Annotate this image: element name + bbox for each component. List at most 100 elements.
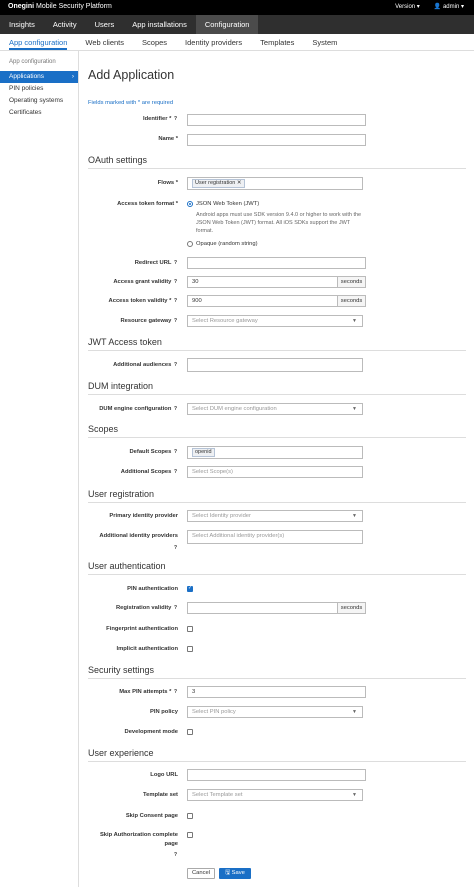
additional-audiences-input[interactable]: [187, 358, 363, 372]
additional-idps-input[interactable]: Select Additional identity provider(s): [187, 530, 363, 544]
resource-gateway-select[interactable]: Select Resource gateway ▼: [187, 315, 363, 327]
default-scopes-input[interactable]: openid: [187, 446, 363, 459]
access-token-validity-input[interactable]: 900: [187, 295, 338, 307]
skip-consent-checkbox[interactable]: [187, 813, 193, 819]
version-menu[interactable]: Version ▾: [395, 3, 420, 10]
max-pin-attempts-label: Max PIN attempts * ?: [119, 689, 178, 695]
pin-auth-checkbox[interactable]: [187, 585, 193, 592]
scope-tag-openid: openid: [192, 448, 215, 457]
cancel-button[interactable]: Cancel: [187, 868, 215, 879]
section-dum-integration: DUM integration: [88, 381, 466, 395]
help-icon[interactable]: ?: [173, 470, 178, 475]
section-user-experience: User experience: [88, 748, 466, 762]
development-mode-checkbox[interactable]: [187, 729, 193, 735]
section-user-authentication: User authentication: [88, 561, 466, 575]
additional-idps-label: Additional identity providers: [99, 533, 178, 539]
help-icon[interactable]: ?: [173, 280, 178, 285]
max-pin-attempts-input[interactable]: 3: [187, 686, 366, 698]
tab-templates[interactable]: Templates: [260, 34, 294, 50]
opaque-radio[interactable]: [187, 241, 193, 247]
main-nav-app-installations[interactable]: App installations: [123, 15, 196, 34]
flows-label: Flows *: [157, 180, 178, 186]
help-icon[interactable]: ?: [173, 299, 178, 304]
primary-idp-select[interactable]: Select Identity provider ▼: [187, 510, 363, 522]
section-scopes: Scopes: [88, 424, 466, 438]
registration-validity-input[interactable]: [187, 602, 338, 614]
redirect-url-label: Redirect URL ?: [134, 260, 178, 266]
help-icon[interactable]: ?: [173, 261, 178, 266]
skip-auth-complete-help: ?: [173, 852, 178, 858]
development-mode-label: Development mode: [124, 729, 178, 735]
sidebar: App configuration Applications › PIN poli…: [0, 51, 79, 887]
skip-auth-complete-label-2: page: [164, 841, 178, 847]
additional-idps-help: ?: [173, 545, 178, 551]
implicit-auth-label: Implicit authentication: [116, 646, 178, 652]
pin-auth-label: PIN authentication: [127, 586, 178, 592]
flows-input[interactable]: User registration ✕: [187, 177, 363, 190]
identifier-input[interactable]: [187, 114, 366, 126]
help-icon[interactable]: ?: [173, 853, 178, 858]
chevron-right-icon: ›: [71, 73, 74, 80]
skip-auth-complete-checkbox[interactable]: [187, 832, 193, 838]
help-icon[interactable]: ?: [173, 546, 178, 551]
help-icon[interactable]: ?: [173, 363, 178, 368]
jwt-option-label: JSON Web Token (JWT): [196, 201, 260, 207]
additional-scopes-input[interactable]: Select Scope(s): [187, 466, 363, 478]
help-icon[interactable]: ?: [173, 407, 178, 412]
save-icon: 🖫: [225, 870, 231, 876]
fingerprint-auth-checkbox[interactable]: [187, 626, 193, 632]
implicit-auth-checkbox[interactable]: [187, 646, 193, 652]
dum-engine-label: DUM engine configuration ?: [99, 406, 178, 412]
main-nav: Insights Activity Users App installation…: [0, 15, 474, 34]
main-nav-configuration[interactable]: Configuration: [195, 15, 259, 34]
section-user-registration: User registration: [88, 489, 466, 503]
sub-nav: App configuration Web clients Scopes Ide…: [0, 34, 474, 51]
tab-app-configuration[interactable]: App configuration: [9, 34, 68, 50]
dum-engine-select[interactable]: Select DUM engine configuration ▼: [187, 403, 363, 415]
seconds-addon: seconds: [338, 295, 366, 307]
name-label: Name *: [158, 136, 178, 142]
user-menu[interactable]: 👤 admin ▾: [434, 3, 464, 10]
tab-identity-providers[interactable]: Identity providers: [185, 34, 242, 50]
help-icon[interactable]: ?: [173, 690, 178, 695]
sidebar-item-certificates[interactable]: Certificates: [0, 107, 78, 119]
sidebar-item-pin-policies[interactable]: PIN policies: [0, 83, 78, 95]
main-nav-activity[interactable]: Activity: [44, 15, 86, 34]
logo-url-label: Logo URL: [150, 772, 178, 778]
resource-gateway-label: Resource gateway ?: [120, 318, 178, 324]
sidebar-item-operating-systems[interactable]: Operating systems: [0, 95, 78, 107]
caret-down-icon: ▼: [352, 513, 357, 519]
fingerprint-auth-label: Fingerprint authentication: [106, 626, 178, 632]
skip-auth-complete-label: Skip Authorization complete: [99, 832, 178, 838]
access-grant-validity-input[interactable]: 30: [187, 276, 338, 288]
help-icon[interactable]: ?: [173, 606, 178, 611]
redirect-url-input[interactable]: [187, 257, 366, 269]
caret-down-icon: ▼: [352, 709, 357, 715]
opaque-option-label: Opaque (random string): [196, 241, 258, 247]
name-input[interactable]: [187, 134, 366, 146]
main-nav-users[interactable]: Users: [86, 15, 124, 34]
pin-policy-select[interactable]: Select PIN policy ▼: [187, 706, 363, 718]
help-icon[interactable]: ?: [173, 450, 178, 455]
required-note: Fields marked with * are required: [88, 100, 174, 106]
help-icon[interactable]: ?: [173, 117, 178, 122]
tab-system[interactable]: System: [312, 34, 337, 50]
section-jwt-access-token: JWT Access token: [88, 337, 466, 351]
tab-scopes[interactable]: Scopes: [142, 34, 167, 50]
main-nav-insights[interactable]: Insights: [0, 15, 44, 34]
help-icon[interactable]: ?: [173, 319, 178, 324]
page-title: Add Application: [88, 68, 175, 82]
access-grant-validity-label: Access grant validity ?: [113, 279, 178, 285]
save-button[interactable]: 🖫 Save: [219, 868, 251, 879]
registration-validity-label: Registration validity ?: [115, 605, 178, 611]
tab-web-clients[interactable]: Web clients: [85, 34, 124, 50]
sidebar-item-applications[interactable]: Applications ›: [0, 71, 78, 83]
logo-url-input[interactable]: [187, 769, 366, 781]
sidebar-heading: App configuration: [9, 59, 56, 65]
template-set-select[interactable]: Select Template set ▼: [187, 789, 363, 801]
access-token-validity-label: Access token validity * ?: [108, 298, 178, 304]
close-icon[interactable]: ✕: [237, 180, 242, 186]
jwt-radio[interactable]: [187, 201, 193, 207]
flow-tag-user-registration: User registration ✕: [192, 179, 245, 188]
caret-down-icon: ▼: [352, 318, 357, 324]
